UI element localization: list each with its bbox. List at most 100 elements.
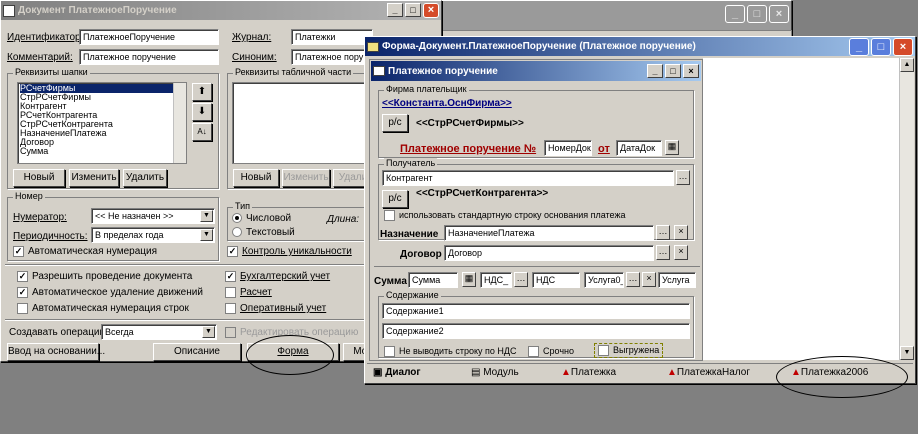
doc-close-button[interactable]: × [423, 3, 439, 18]
bg-minimize-button[interactable]: _ [725, 5, 745, 23]
list-item[interactable]: Сумма [20, 147, 184, 156]
checkbox-checked-icon[interactable]: ✓ [17, 287, 28, 298]
periodicity-label: Периодичность: [13, 231, 88, 242]
allow-posting-checkbox[interactable]: ✓ Разрешить проведение документа [17, 271, 192, 282]
dropdown-arrow-icon[interactable]: ▼ [202, 326, 215, 338]
service2-input[interactable]: Услуга [658, 272, 696, 288]
auto-row-numbering-checkbox[interactable]: Автоматическая нумерация строк [17, 303, 189, 314]
move-down-button[interactable]: ⬇ [192, 103, 212, 121]
comment-input[interactable]: Платежное поручение [79, 49, 219, 65]
checkbox-icon[interactable] [598, 345, 609, 357]
vat-rate-select-icon[interactable]: … [514, 272, 528, 287]
table-attributes-list[interactable] [232, 82, 372, 164]
tab-dialog[interactable]: ▣ Диалог [373, 364, 421, 382]
sort-button[interactable]: A↓ [192, 123, 212, 141]
tab-print-payment[interactable]: ▲Платежка [561, 364, 616, 382]
counterparty-input[interactable]: Контрагент [382, 170, 674, 186]
checkbox-checked-icon[interactable]: ✓ [13, 246, 24, 257]
move-up-button[interactable]: ⬆ [192, 83, 212, 101]
checkbox-icon[interactable] [17, 303, 28, 314]
doc-date-input[interactable]: ДатаДок [616, 140, 662, 156]
radio-selected-icon[interactable] [232, 213, 242, 224]
form-close-button[interactable]: × [893, 37, 913, 56]
checkbox-icon[interactable] [225, 303, 236, 314]
form-vertical-scrollbar[interactable]: ▲ ▼ [899, 58, 914, 360]
content1-input[interactable]: Содержание1 [382, 303, 690, 319]
change-attribute-button[interactable]: Изменить [69, 169, 119, 187]
doc-heading: Платежное поручение № [400, 143, 537, 155]
form-minimize-button[interactable]: _ [849, 37, 869, 56]
numerator-select[interactable]: << Не назначен >> ▼ [91, 208, 215, 224]
checkbox-icon[interactable] [384, 210, 395, 222]
form-window-titlebar: Форма-Документ.ПлатежноеПоручение (Плате… [365, 37, 915, 56]
form-maximize-button[interactable]: □ [871, 37, 891, 56]
auto-delete-checkbox[interactable]: ✓ Автоматическое удаление движений [17, 287, 203, 298]
periodicity-select[interactable]: В пределах года ▼ [91, 227, 215, 243]
doc-minimize-button[interactable]: _ [387, 3, 403, 17]
checkbox-disabled-icon[interactable] [225, 327, 236, 338]
create-operation-select[interactable]: Всегда ▼ [101, 324, 217, 340]
checkbox-checked-icon[interactable]: ✓ [17, 271, 28, 282]
change-table-attribute-button[interactable]: Изменить [282, 169, 330, 187]
content2-input[interactable]: Содержание2 [382, 323, 690, 339]
checkbox-icon[interactable] [384, 346, 395, 358]
counterparty-select-icon[interactable]: … [676, 170, 690, 185]
description-button[interactable]: Описание [153, 343, 241, 361]
purpose-select-icon[interactable]: … [656, 225, 670, 240]
uniqueness-checkbox[interactable]: ✓ Контроль уникальности [227, 246, 352, 257]
exported-checkbox[interactable]: Выгружена [594, 343, 664, 359]
no-vat-line-checkbox[interactable]: Не выводить строку по НДС [384, 346, 516, 358]
checkbox-checked-icon[interactable]: ✓ [227, 246, 238, 257]
sum-input[interactable]: Сумма [408, 272, 458, 288]
dropdown-arrow-icon[interactable]: ▼ [200, 210, 213, 222]
accounting-checkbox[interactable]: ✓ Бухгалтерский учет [225, 271, 330, 282]
use-standard-checkbox[interactable]: использовать стандартную строку основани… [384, 210, 625, 222]
vat-rate-input[interactable]: НДС_ [480, 272, 512, 288]
tab-print-tax[interactable]: ▲ПлатежкаНалог [667, 364, 750, 382]
calculator-icon[interactable]: ▦ [462, 272, 476, 287]
service-input[interactable]: Услуга0_5 [584, 272, 624, 288]
calendar-icon[interactable]: ▦ [665, 140, 679, 155]
bg-close-button[interactable]: × [769, 5, 789, 23]
purpose-clear-icon[interactable]: × [674, 225, 688, 240]
doc-maximize-button[interactable]: □ [405, 3, 421, 17]
checkbox-icon[interactable] [528, 346, 539, 358]
type-text-radio[interactable]: Текстовый [232, 227, 295, 238]
delete-attribute-button[interactable]: Удалить [123, 169, 167, 187]
inner-close-button[interactable]: × [683, 64, 699, 78]
bg-maximize-button[interactable]: □ [747, 5, 767, 23]
contract-clear-icon[interactable]: × [674, 245, 688, 260]
auto-numbering-checkbox[interactable]: ✓ Автоматическая нумерация [13, 246, 157, 257]
inner-minimize-button[interactable]: _ [647, 64, 663, 78]
checkbox-checked-icon[interactable]: ✓ [225, 271, 236, 282]
type-numeric-radio[interactable]: Числовой [232, 213, 291, 224]
inner-maximize-button[interactable]: □ [665, 64, 681, 78]
new-attribute-button[interactable]: Новый [13, 169, 65, 187]
doc-number-input[interactable]: НомерДок [544, 140, 592, 156]
scroll-up-icon[interactable]: ▲ [900, 58, 914, 72]
journal-select[interactable]: Платежки [291, 29, 373, 45]
tab-module[interactable]: ▤ Модуль [471, 364, 519, 382]
based-on-button[interactable]: Ввод на основании... [7, 343, 105, 361]
rs-firm-button[interactable]: р/с [382, 114, 408, 132]
dropdown-arrow-icon[interactable]: ▼ [200, 229, 213, 241]
radio-icon[interactable] [232, 227, 242, 238]
calculation-checkbox[interactable]: Расчет [225, 287, 272, 298]
service-clear-icon[interactable]: × [642, 272, 656, 287]
service-select-icon[interactable]: … [626, 272, 640, 287]
header-attributes-list[interactable]: РСчетФирмы СтрРСчетФирмы Контрагент РСчетКо… [17, 82, 187, 164]
scroll-down-icon[interactable]: ▼ [900, 346, 914, 360]
urgent-checkbox[interactable]: Срочно [528, 346, 574, 358]
vat-input[interactable]: НДС [532, 272, 580, 288]
list-scrollbar[interactable] [173, 83, 186, 163]
identifier-input[interactable]: ПлатежноеПоручение [79, 29, 219, 45]
operational-checkbox[interactable]: Оперативный учет [225, 303, 326, 314]
purpose-input[interactable]: НазначениеПлатежа [444, 225, 654, 241]
contract-input[interactable]: Договор [444, 245, 654, 261]
new-table-attribute-button[interactable]: Новый [233, 169, 279, 187]
contract-select-icon[interactable]: … [656, 245, 670, 260]
synonym-input[interactable]: Платежное пору [291, 49, 373, 65]
checkbox-icon[interactable] [225, 287, 236, 298]
rs-counterparty-button[interactable]: р/с [382, 190, 408, 208]
form-icon [367, 41, 379, 52]
